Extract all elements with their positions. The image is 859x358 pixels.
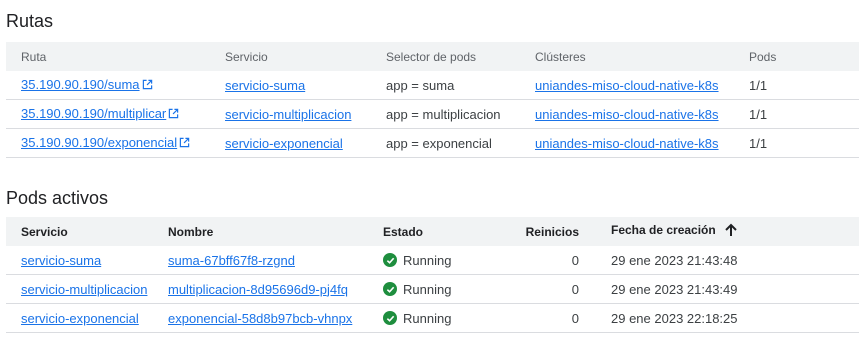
pod-name-link[interactable]: suma-67bff67f8-rzgnd <box>168 253 295 268</box>
pods-cell: 1/1 <box>749 128 859 158</box>
servicio-link[interactable]: servicio-exponencial <box>21 311 139 326</box>
ruta-link[interactable]: 35.190.90.190/suma <box>21 77 140 92</box>
selector-cell: app = suma <box>386 71 535 100</box>
col-pods: Pods <box>749 42 859 71</box>
pods-cell: 1/1 <box>749 99 859 129</box>
pods-header-row: Servicio Nombre Estado Reinicios Fecha d… <box>6 217 859 246</box>
fecha-cell: 29 ene 2023 21:43:49 <box>583 274 859 304</box>
pods-table: Servicio Nombre Estado Reinicios Fecha d… <box>6 217 859 333</box>
rutas-header-row: Ruta Servicio Selector de pods Clústeres… <box>6 42 859 71</box>
col-estado: Estado <box>383 217 498 246</box>
table-row: 35.190.90.190/suma servicio-suma app = s… <box>6 71 859 100</box>
table-row: 35.190.90.190/exponencial servicio-expon… <box>6 128 859 158</box>
reinicios-cell: 0 <box>498 246 583 275</box>
selector-cell: app = multiplicacion <box>386 99 535 129</box>
servicio-link[interactable]: servicio-multiplicacion <box>21 282 147 297</box>
pod-name-link[interactable]: exponencial-58d8b97bcb-vhnpx <box>168 311 352 326</box>
table-row: 35.190.90.190/multiplicar servicio-multi… <box>6 99 859 129</box>
fecha-cell: 29 ene 2023 22:18:25 <box>583 303 859 333</box>
check-circle-icon <box>383 311 397 325</box>
col-clusteres: Clústeres <box>535 42 749 71</box>
col-servicio: Servicio <box>6 217 168 246</box>
servicio-link[interactable]: servicio-exponencial <box>225 136 343 151</box>
ruta-link[interactable]: 35.190.90.190/exponencial <box>21 135 177 150</box>
pod-name-link[interactable]: multiplicacion-8d95696d9-pj4fq <box>168 282 348 297</box>
cluster-link[interactable]: uniandes-miso-cloud-native-k8s <box>535 78 719 93</box>
pods-cell: 1/1 <box>749 71 859 100</box>
check-circle-icon <box>383 253 397 267</box>
table-row: servicio-exponencial exponencial-58d8b97… <box>6 303 859 333</box>
open-in-new-icon[interactable] <box>168 107 179 122</box>
col-nombre: Nombre <box>168 217 383 246</box>
col-servicio: Servicio <box>225 42 386 71</box>
table-row: servicio-multiplicacion multiplicacion-8… <box>6 274 859 304</box>
servicio-link[interactable]: servicio-suma <box>225 78 305 93</box>
col-fecha[interactable]: Fecha de creación <box>583 217 859 246</box>
servicio-link[interactable]: servicio-suma <box>21 253 101 268</box>
pods-activos-title: Pods activos <box>6 188 109 208</box>
col-reinicios: Reinicios <box>498 217 583 246</box>
reinicios-cell: 0 <box>498 274 583 304</box>
status-badge: Running <box>383 311 451 326</box>
status-text: Running <box>403 252 452 268</box>
cluster-link[interactable]: uniandes-miso-cloud-native-k8s <box>535 136 719 151</box>
rutas-title: Rutas <box>6 11 54 31</box>
col-ruta: Ruta <box>6 42 225 71</box>
rutas-table: Ruta Servicio Selector de pods Clústeres… <box>6 42 859 158</box>
reinicios-cell: 0 <box>498 303 583 333</box>
status-badge: Running <box>383 253 451 268</box>
table-row: servicio-suma suma-67bff67f8-rzgnd Runni… <box>6 246 859 275</box>
status-text: Running <box>403 281 452 297</box>
status-text: Running <box>403 310 452 326</box>
cluster-link[interactable]: uniandes-miso-cloud-native-k8s <box>535 107 719 122</box>
arrow-upward-icon[interactable] <box>724 223 738 240</box>
status-badge: Running <box>383 282 451 297</box>
col-selector: Selector de pods <box>386 42 535 71</box>
selector-cell: app = exponencial <box>386 128 535 158</box>
ruta-link[interactable]: 35.190.90.190/multiplicar <box>21 106 166 121</box>
col-fecha-label: Fecha de creación <box>611 223 716 237</box>
fecha-cell: 29 ene 2023 21:43:48 <box>583 246 859 275</box>
servicio-link[interactable]: servicio-multiplicacion <box>225 107 351 122</box>
open-in-new-icon[interactable] <box>179 136 190 151</box>
check-circle-icon <box>383 282 397 296</box>
open-in-new-icon[interactable] <box>142 78 153 93</box>
